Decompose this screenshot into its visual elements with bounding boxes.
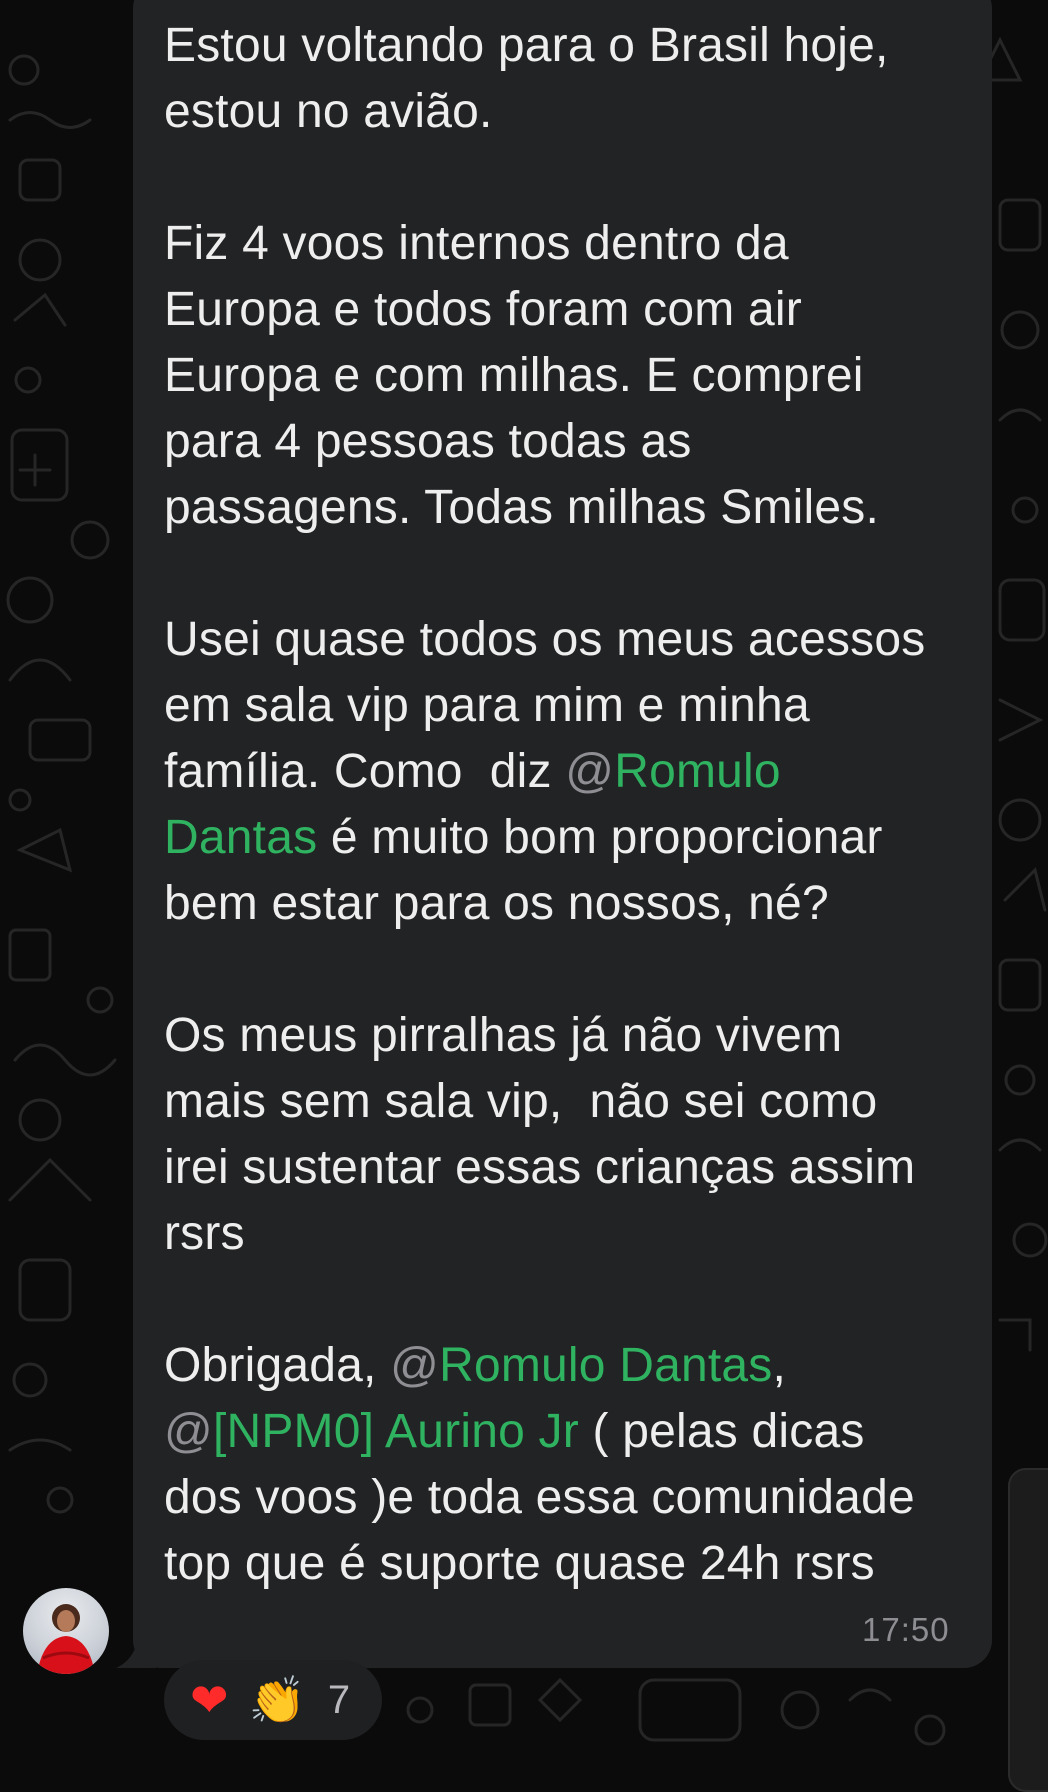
- red-heart-icon[interactable]: ❤: [190, 1677, 229, 1723]
- mention-at-symbol: @: [164, 1405, 213, 1458]
- clapping-hands-icon[interactable]: 👏: [249, 1677, 306, 1723]
- message-text-segment: ,: [772, 1339, 787, 1392]
- message-text-segment: Usei quase todos os meus acessos em sala…: [164, 613, 926, 798]
- mention-at-symbol: @: [565, 745, 615, 798]
- message-timestamp: 17:50: [862, 1611, 950, 1648]
- reactions-pill[interactable]: ❤ 👏 7: [164, 1660, 382, 1740]
- message-text-segment: Estou voltando para o Brasil hoje, estou…: [164, 19, 889, 138]
- avatar-photo: [37, 1604, 95, 1674]
- mention-at-symbol: @: [390, 1339, 440, 1392]
- mention-link[interactable]: @Romulo Dantas: [390, 1339, 772, 1392]
- side-scroll-panel: [1008, 1468, 1048, 1792]
- message-text-segment: Fiz 4 voos internos dentro da Europa e t…: [164, 217, 879, 534]
- message-text: Estou voltando para o Brasil hoje, estou…: [164, 13, 984, 1597]
- sender-avatar[interactable]: [23, 1588, 109, 1674]
- reaction-count: 7: [327, 1677, 351, 1722]
- message-text-segment: Os meus pirralhas já não vivem mais sem …: [164, 1009, 916, 1260]
- message-text-segment: Obrigada,: [164, 1339, 391, 1392]
- mention-link[interactable]: @[NPM0] Aurino Jr: [164, 1405, 579, 1458]
- mention-name[interactable]: [NPM0] Aurino Jr: [213, 1405, 579, 1458]
- mention-name[interactable]: Romulo Dantas: [439, 1339, 772, 1392]
